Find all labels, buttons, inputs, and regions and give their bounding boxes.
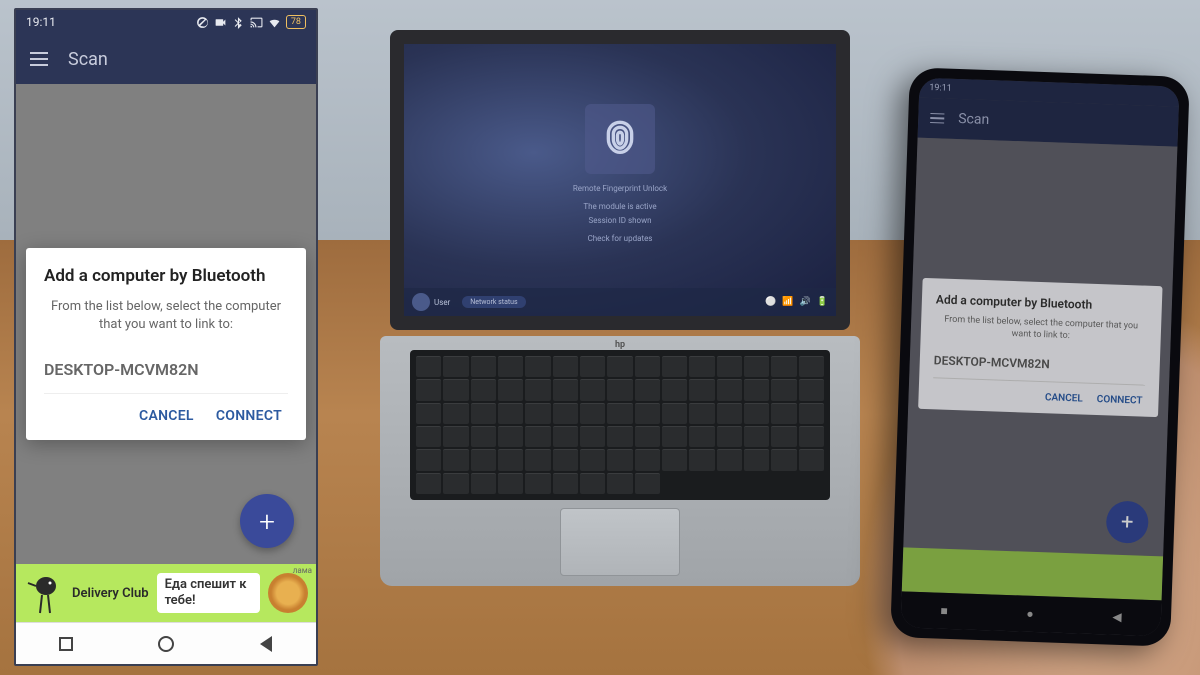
- connect-button[interactable]: CONNECT: [216, 408, 282, 424]
- add-fab-button[interactable]: +: [240, 494, 294, 548]
- laptop-session-line: Session ID shown: [588, 216, 651, 225]
- pp-connect: CONNECT: [1097, 394, 1143, 407]
- laptop: Remote Fingerprint Unlock The module is …: [380, 30, 860, 610]
- avatar-icon: [412, 293, 430, 311]
- status-bar: 19:11 78: [16, 10, 316, 34]
- cancel-button[interactable]: CANCEL: [139, 408, 194, 424]
- laptop-user: User: [412, 293, 450, 311]
- scan-content: Add a computer by Bluetooth From the lis…: [16, 84, 316, 622]
- status-icons: 78: [196, 15, 306, 29]
- battery-icon: 78: [286, 15, 306, 29]
- phone-screenshot: 19:11 78 Scan Add a computer by Bluetoot…: [14, 8, 318, 666]
- ad-brand: Delivery Club: [72, 586, 149, 601]
- dialog-body: From the list below, select the computer…: [44, 298, 288, 334]
- pp-cancel: CANCEL: [1045, 393, 1083, 405]
- laptop-trackpad: [560, 508, 680, 576]
- nav-recents-button[interactable]: [55, 633, 77, 655]
- ad-tag: лама: [293, 566, 312, 575]
- status-time: 19:11: [26, 15, 56, 29]
- laptop-user-label: User: [434, 298, 450, 307]
- pp-menu-icon: [930, 113, 944, 124]
- app-bar: Scan: [16, 34, 316, 84]
- wifi-icon: [268, 16, 281, 29]
- page-title: Scan: [68, 49, 108, 70]
- laptop-keyboard: [410, 350, 830, 500]
- dnd-icon: [196, 16, 209, 29]
- bluetooth-dialog: Add a computer by Bluetooth From the lis…: [26, 248, 306, 440]
- hp-logo: hp: [615, 340, 625, 350]
- dialog-actions: CANCEL CONNECT: [44, 394, 288, 432]
- ad-text: Еда спешит к тебе!: [157, 573, 260, 612]
- nav-home-button[interactable]: [155, 633, 177, 655]
- laptop-update-line: Check for updates: [588, 234, 653, 243]
- ostrich-icon: [24, 571, 64, 615]
- ad-banner[interactable]: лама Delivery Club Еда спешит к тебе!: [16, 564, 316, 622]
- pp-dialog-title: Add a computer by Bluetooth: [936, 292, 1148, 313]
- cast-icon: [250, 16, 263, 29]
- physical-phone-screen: 19:11 Scan Add a computer by Bluetooth F…: [900, 78, 1179, 637]
- camera-icon: [214, 16, 227, 29]
- nav-bar: [16, 622, 316, 664]
- nav-back-button[interactable]: [255, 633, 277, 655]
- physical-phone: 19:11 Scan Add a computer by Bluetooth F…: [890, 67, 1190, 646]
- laptop-tray: ⚪📶🔊🔋: [765, 297, 828, 307]
- device-list-item[interactable]: DESKTOP-MCVM82N: [44, 356, 288, 394]
- menu-icon[interactable]: [30, 52, 48, 66]
- laptop-wallpaper: [404, 44, 836, 316]
- pp-dialog: Add a computer by Bluetooth From the lis…: [918, 278, 1162, 418]
- burger-icon: [268, 573, 308, 613]
- fingerprint-icon: [585, 104, 655, 174]
- pp-content: Add a computer by Bluetooth From the lis…: [902, 138, 1178, 601]
- dialog-title: Add a computer by Bluetooth: [44, 266, 288, 286]
- laptop-network-button: Network status: [462, 296, 525, 308]
- pp-fab: +: [1106, 500, 1149, 543]
- laptop-base: hp: [380, 336, 860, 586]
- laptop-status-line: The module is active: [583, 202, 656, 211]
- laptop-screen: Remote Fingerprint Unlock The module is …: [390, 30, 850, 330]
- laptop-app-title: Remote Fingerprint Unlock: [573, 184, 667, 193]
- pp-title: Scan: [958, 111, 990, 128]
- laptop-taskbar: User Network status ⚪📶🔊🔋: [404, 288, 836, 316]
- pp-dialog-body: From the list below, select the computer…: [935, 314, 1148, 345]
- bluetooth-icon: [232, 16, 245, 29]
- pp-nav-bar: ■●◀: [900, 591, 1161, 636]
